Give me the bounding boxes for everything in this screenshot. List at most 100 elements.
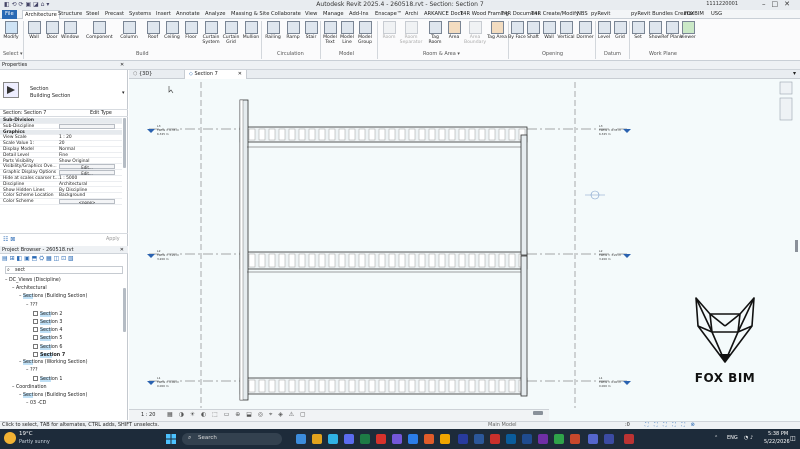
ribbon-tab-t4r-create-modify[interactable]: T4R Create/Modify (531, 11, 579, 17)
joist[interactable] (338, 128, 346, 141)
joist[interactable] (308, 379, 316, 393)
joist[interactable] (458, 253, 466, 268)
browser-tree-item[interactable]: Section 5 (33, 335, 62, 342)
browser-tree-item[interactable]: Section 1 (33, 376, 62, 383)
app-icon[interactable] (522, 434, 532, 444)
joist[interactable] (248, 379, 256, 393)
vertical-scrollbar-thumb[interactable] (795, 240, 798, 252)
revit-icon[interactable] (570, 434, 580, 444)
horizontal-scrollbar-thumb[interactable] (533, 411, 543, 415)
tag-area-button[interactable]: Tag Area (486, 21, 508, 40)
joist[interactable] (288, 128, 296, 141)
joist[interactable] (328, 253, 336, 268)
joist[interactable] (388, 253, 396, 268)
floor-button[interactable]: Floor (180, 21, 202, 40)
joist[interactable] (438, 379, 446, 393)
joist[interactable] (508, 379, 516, 393)
property-value[interactable]: 1 : 20 (59, 135, 72, 140)
level-head-icon[interactable] (147, 129, 155, 133)
tray-icons[interactable]: ⌃ (714, 435, 718, 441)
browser-tree-item[interactable]: – DC_Views (Discipline) (5, 278, 61, 283)
properties-scrollbar[interactable] (123, 118, 126, 168)
excel-icon[interactable] (360, 434, 370, 444)
photos-icon[interactable] (408, 434, 418, 444)
area-button[interactable]: Area (443, 21, 465, 40)
joist[interactable] (328, 128, 336, 141)
ribbon-tab-precast[interactable]: Precast (105, 11, 124, 17)
joist[interactable] (248, 128, 256, 141)
ribbon-tab-arkance-dock[interactable]: ARKANCE Dock (424, 11, 463, 17)
joist[interactable] (398, 253, 406, 268)
network-icon[interactable]: ◔ ♪ (744, 435, 753, 441)
joist[interactable] (278, 253, 286, 268)
viewer-button[interactable]: Viewer (677, 21, 699, 40)
joist[interactable] (278, 379, 286, 393)
joist[interactable] (348, 379, 356, 393)
joist[interactable] (508, 253, 516, 268)
joist[interactable] (398, 128, 406, 141)
ribbon-tab-annotate[interactable]: Annotate (176, 11, 200, 17)
onenote-icon[interactable] (392, 434, 402, 444)
wall-right-lower[interactable] (520, 255, 528, 397)
joist[interactable] (368, 379, 376, 393)
active-workset[interactable]: Main Model (488, 422, 517, 428)
app-icon[interactable] (440, 434, 450, 444)
joist[interactable] (428, 128, 436, 141)
joist[interactable] (268, 128, 276, 141)
curtain-system-button[interactable]: Curtain System (200, 21, 222, 45)
joist[interactable] (258, 379, 266, 393)
joist[interactable] (258, 128, 266, 141)
browser-tree-item[interactable]: – Sections (Building Section) (19, 392, 87, 398)
level-head-icon[interactable] (623, 254, 631, 258)
project-browser-close-icon[interactable]: ✕ (120, 247, 124, 253)
ribbon-tab-add-ins[interactable]: Add-Ins (349, 11, 368, 17)
component-button[interactable]: Component (86, 21, 113, 40)
ribbon-tab-systems[interactable]: Systems (129, 11, 151, 17)
navigation-bar[interactable] (779, 97, 793, 121)
joist[interactable] (358, 253, 366, 268)
modify-button[interactable]: Modify (1, 21, 21, 40)
property-value[interactable]: By Discipline (59, 188, 87, 193)
ribbon-tab-nbs[interactable]: NBS (577, 11, 588, 17)
joist[interactable] (498, 128, 506, 141)
level-head-icon[interactable] (623, 381, 631, 385)
joist[interactable] (428, 253, 436, 268)
joist[interactable] (358, 128, 366, 141)
joist[interactable] (458, 379, 466, 393)
joist[interactable] (388, 379, 396, 393)
joist[interactable] (408, 253, 416, 268)
joist[interactable] (298, 253, 306, 268)
joist[interactable] (478, 128, 486, 141)
joist[interactable] (488, 128, 496, 141)
language-indicator[interactable]: ENG (727, 435, 738, 441)
joist[interactable] (348, 128, 356, 141)
browser-tree-item[interactable]: Section 2 (33, 310, 62, 317)
joist[interactable] (298, 128, 306, 141)
ribbon-tab-file[interactable]: File (2, 10, 17, 19)
taskbar-search[interactable]: ⌕ Search (182, 433, 282, 445)
app-icon[interactable] (554, 434, 564, 444)
ribbon-tab-foxbim[interactable]: FOXBIM (684, 11, 704, 17)
joist[interactable] (318, 253, 326, 268)
area-boundary-button[interactable]: Area Boundary (463, 21, 487, 45)
joist[interactable] (488, 253, 496, 268)
level-head-icon[interactable] (147, 254, 155, 258)
property-input[interactable] (59, 123, 115, 129)
tab-3d[interactable]: ⬡ {3D} (129, 70, 185, 79)
window-controls[interactable]: –□✕ (762, 0, 796, 8)
joist[interactable] (468, 128, 476, 141)
joist[interactable] (358, 379, 366, 393)
ribbon-tab-enscape[interactable]: Enscape™ (375, 11, 402, 17)
joist[interactable] (268, 253, 276, 268)
joist[interactable] (368, 253, 376, 268)
ribbon-tab-insert[interactable]: Insert (156, 11, 171, 17)
ribbon-tab-view[interactable]: View (305, 11, 317, 17)
joist[interactable] (448, 379, 456, 393)
ribbon-tab-analyze[interactable]: Analyze (205, 11, 225, 17)
joist[interactable] (298, 379, 306, 393)
browser-toolbar[interactable]: ▤ ⊞ ◧ ▣ ⬒ ⛭ ▦ ◫ ⊡ ▧ (2, 255, 74, 263)
model-group-button[interactable]: Model Group (354, 21, 376, 45)
railing-button[interactable]: Railing (262, 21, 284, 40)
property-edit-button[interactable]: Edit... (59, 170, 115, 176)
properties-close-icon[interactable]: ✕ (120, 62, 124, 68)
